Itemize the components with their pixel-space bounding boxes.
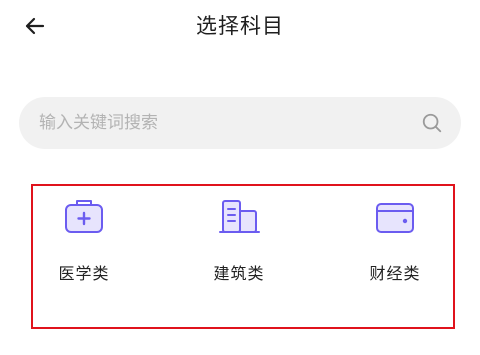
medical-kit-icon <box>62 197 106 237</box>
wallet-icon <box>373 197 417 237</box>
subject-select-page: 选择科目 医学类 建筑类 <box>0 0 480 355</box>
category-item-medical[interactable]: 医学类 <box>44 197 124 287</box>
building-icon <box>217 197 261 237</box>
search-bar[interactable] <box>19 97 461 149</box>
category-label: 医学类 <box>58 264 110 283</box>
category-item-finance[interactable]: 财经类 <box>355 197 435 287</box>
search-icon[interactable] <box>421 112 443 134</box>
search-input[interactable] <box>39 97 409 149</box>
category-label: 财经类 <box>369 264 421 283</box>
category-label: 建筑类 <box>213 264 265 283</box>
page-title: 选择科目 <box>196 14 284 38</box>
category-item-architecture[interactable]: 建筑类 <box>199 197 279 287</box>
